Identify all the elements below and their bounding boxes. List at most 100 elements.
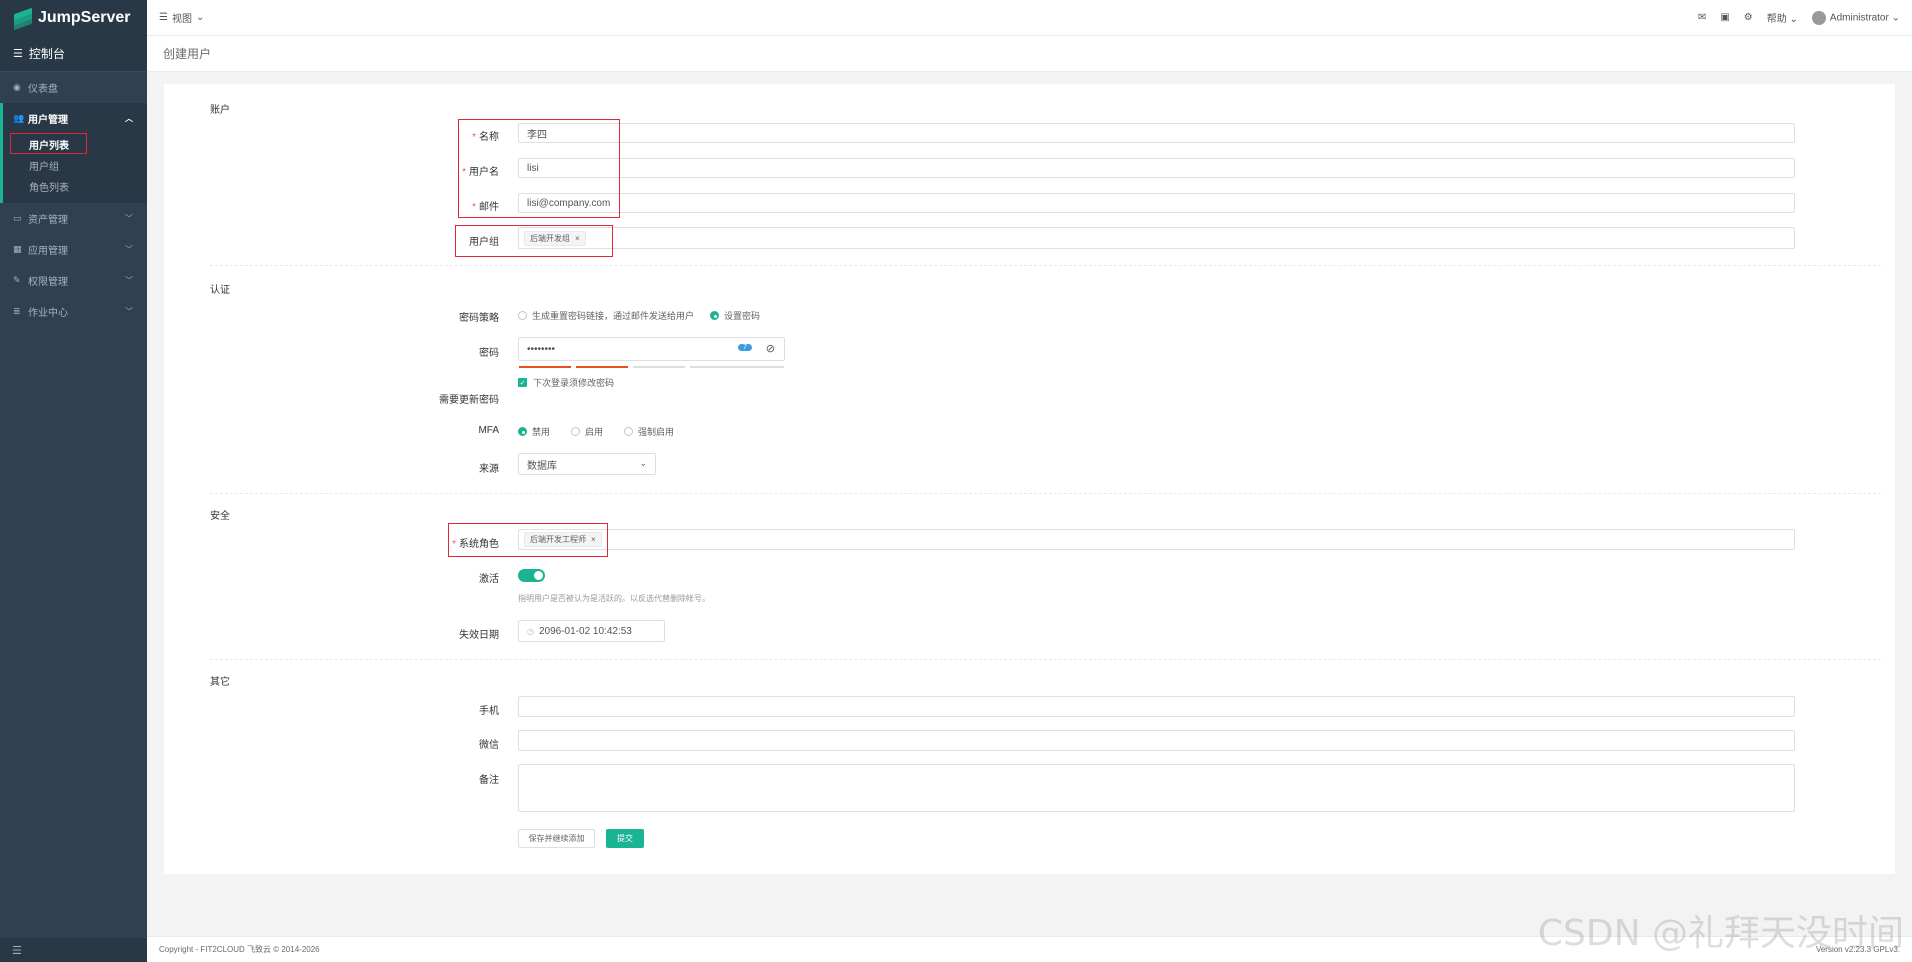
- radio-icon: [624, 427, 633, 436]
- user-name: Administrator: [1829, 12, 1889, 24]
- create-user-form: 账户 * 名称 李四 * 用户名 lisi * 邮件 lisi@company.com…: [164, 84, 1895, 874]
- username-input[interactable]: lisi: [518, 158, 1795, 178]
- sidebar-item-jobs[interactable]: ≣ 作业中心 ﹀: [0, 296, 147, 327]
- password-strength-segment: [732, 366, 784, 368]
- email-input[interactable]: lisi@company.com: [518, 193, 1795, 213]
- chevron-down-icon: ⌄: [195, 12, 205, 23]
- highlight-box-user-list: [10, 133, 87, 154]
- section-title-other: 其它: [210, 677, 230, 688]
- highlight-box-roles: [448, 523, 608, 557]
- section-title-security: 安全: [210, 511, 230, 522]
- must-change-label: 需要更新密码: [439, 395, 499, 406]
- users-icon: 👥: [13, 113, 25, 123]
- phone-label: 手机: [479, 706, 499, 717]
- help-label: 帮助: [1766, 14, 1787, 25]
- divider: [210, 493, 1881, 494]
- logo[interactable]: JumpServer: [0, 0, 147, 36]
- checkmark-icon: ✓: [518, 378, 527, 387]
- mail-icon[interactable]: ✉: [1698, 12, 1706, 23]
- radio-checked-icon: [710, 311, 719, 320]
- active-switch[interactable]: [518, 569, 545, 582]
- grid-icon: ▦: [13, 244, 22, 254]
- name-input[interactable]: 李四: [518, 123, 1795, 143]
- sidebar-item-label: 权限管理: [28, 277, 68, 288]
- sidebar-item-dashboard[interactable]: ◉ 仪表盘: [0, 72, 147, 103]
- section-title-account: 账户: [210, 105, 230, 116]
- sidebar-subitem-user-groups[interactable]: 用户组: [3, 155, 147, 176]
- wechat-label: 微信: [479, 740, 499, 751]
- gear-icon[interactable]: ⚙: [1744, 12, 1753, 23]
- highlight-box-account-fields: [458, 119, 620, 218]
- sidebar-subitem-label: 角色列表: [29, 183, 69, 194]
- copyright: Copyright - FIT2CLOUD 飞致云 © 2014-2026: [159, 945, 320, 954]
- submit-button[interactable]: 提交: [606, 829, 644, 848]
- sidebar-item-permissions[interactable]: ✎ 权限管理 ﹀: [0, 265, 147, 296]
- comment-textarea[interactable]: [518, 764, 1795, 812]
- password-strength-segment: [519, 366, 571, 368]
- section-title-auth: 认证: [210, 285, 230, 296]
- terminal-icon[interactable]: ▣: [1720, 12, 1729, 23]
- password-strategy-set-radio[interactable]: 设置密码: [710, 309, 760, 322]
- topbar: ☰ 视图 ⌄ ✉ ▣ ⚙ 帮助 ⌄ Administrator ⌄: [147, 0, 1912, 36]
- sidebar-item-label: 作业中心: [28, 308, 68, 319]
- sidebar-item-applications[interactable]: ▦ 应用管理 ﹀: [0, 234, 147, 265]
- groups-select[interactable]: 后端开发组 ×: [518, 227, 1795, 249]
- highlight-box-groups: [455, 225, 613, 257]
- sidebar-item-users[interactable]: 👥 用户管理 ︿: [3, 103, 147, 134]
- user-menu[interactable]: Administrator ⌄: [1811, 10, 1900, 25]
- password-strength-segment: [633, 366, 685, 368]
- source-select[interactable]: 数据库 ⌄: [518, 453, 656, 475]
- chevron-down-icon: ⌄: [639, 458, 647, 468]
- expire-label: 失效日期: [459, 630, 499, 641]
- view-menu[interactable]: ☰ 视图 ⌄: [159, 10, 204, 25]
- menu-fold-icon: ☰: [12, 944, 22, 957]
- console-switch[interactable]: ☰ 控制台: [0, 36, 147, 72]
- expire-date-input[interactable]: ◷ 2096-01-02 10:42:53: [518, 620, 665, 642]
- inbox-icon: ▭: [13, 213, 22, 223]
- sliders-icon: ☰: [13, 48, 23, 60]
- chevron-down-icon: ﹀: [125, 214, 133, 223]
- mfa-force-radio[interactable]: 强制启用: [624, 425, 674, 438]
- active-hint: 指明用户是否被认为是活跃的。以反选代替删除帐号。: [518, 594, 710, 603]
- sidebar-item-assets[interactable]: ▭ 资产管理 ﹀: [0, 203, 147, 234]
- page-title: 创建用户: [163, 47, 212, 61]
- chevron-up-icon: ︿: [125, 114, 133, 123]
- sidebar-item-label: 用户管理: [28, 115, 68, 126]
- radio-icon: [571, 427, 580, 436]
- wechat-input[interactable]: [518, 730, 1795, 751]
- radio-checked-icon: [518, 427, 527, 436]
- mfa-enable-radio[interactable]: 启用: [571, 425, 603, 438]
- eye-off-icon[interactable]: ⊘: [766, 342, 775, 355]
- edit-icon: ✎: [13, 275, 21, 285]
- password-label: 密码: [479, 348, 499, 359]
- avatar: [1811, 10, 1826, 25]
- chevron-down-icon: ﹀: [125, 276, 133, 285]
- password-strategy-email-radio[interactable]: 生成重置密码链接，通过邮件发送给用户: [518, 309, 694, 322]
- clock-icon: ◷: [527, 626, 534, 636]
- watermark: CSDN @礼拜天没时间: [1537, 913, 1904, 954]
- password-strength-segment: [576, 366, 628, 368]
- dashboard-icon: ◉: [13, 82, 21, 92]
- must-change-checkbox[interactable]: ✓ 下次登录须修改密码: [518, 376, 614, 389]
- chevron-down-icon: ﹀: [125, 307, 133, 316]
- help-menu[interactable]: 帮助 ⌄: [1767, 10, 1798, 25]
- phone-input[interactable]: [518, 696, 1795, 717]
- roles-select[interactable]: 后端开发工程师 ×: [518, 529, 1795, 550]
- console-label: 控制台: [28, 47, 65, 61]
- divider: [210, 659, 1881, 660]
- save-continue-button[interactable]: 保存并继续添加: [518, 829, 595, 848]
- source-label: 来源: [479, 464, 499, 475]
- chevron-down-icon: ﹀: [125, 245, 133, 254]
- password-strength-badge: 7: [738, 344, 752, 351]
- sidebar-subitem-role-list[interactable]: 角色列表: [3, 176, 147, 197]
- password-strategy-label: 密码策略: [459, 313, 499, 324]
- radio-icon: [518, 311, 527, 320]
- sidebar-subitem-label: 用户组: [29, 162, 59, 173]
- sidebar-item-label: 资产管理: [28, 215, 68, 226]
- sidebar-item-label: 应用管理: [28, 246, 68, 257]
- server-icon: ≣: [13, 306, 21, 316]
- password-input[interactable]: •••••••• 7 ⊘: [518, 337, 785, 361]
- sidebar-nav: ◉ 仪表盘 👥 用户管理 ︿ 用户列表 用户组 角色列表 ▭ 资产管理 ﹀ ▦ …: [0, 72, 147, 327]
- mfa-disable-radio[interactable]: 禁用: [518, 425, 550, 438]
- sidebar-collapse-toggle[interactable]: ☰: [0, 938, 147, 962]
